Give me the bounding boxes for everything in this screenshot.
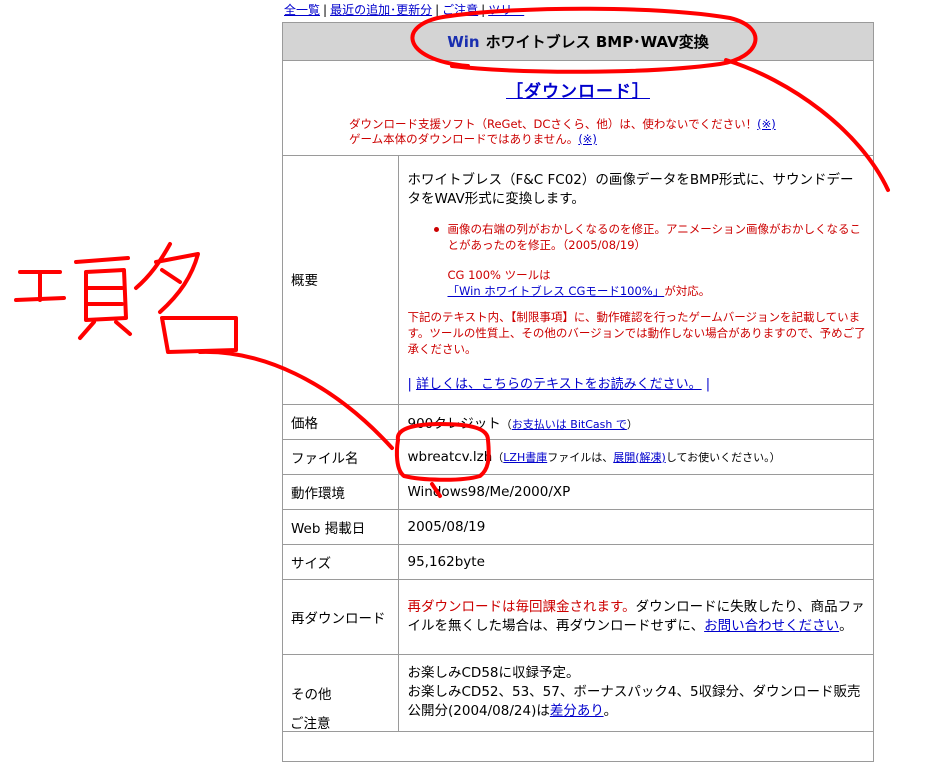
notice-heading: ご注意 [290,716,331,732]
diff-link[interactable]: 差分あり [550,703,604,719]
row-label-price: 価格 [283,404,399,440]
top-navigation: 全一覧 | 最近の追加･更新分 | ご注意 | ツリー [284,2,524,18]
product-title: Win ホワイトブレス BMP･WAV変換 [283,23,873,61]
nav-separator: | [435,3,440,17]
paren-close: ） [626,417,638,431]
bracket-open: | [407,376,412,392]
product-name: ホワイトブレス BMP･WAV変換 [485,33,709,51]
period: 。 [839,617,853,634]
more-info: | 詳しくは、こちらのテキストをお読みください。 | [408,373,868,392]
limitation-note: 下記のテキスト内、【制限事項】に、動作確認を行ったゲームバージョンを記載していま… [407,309,866,356]
paren-open: （ [492,450,504,464]
price-value: 900クレジット [407,415,501,432]
paren-open: （ [500,417,512,431]
table-row-price: 価格 900クレジット（お支払いは BitCash で） [283,404,873,440]
product-info-table: 概要 ホワイトブレス（F&C FC02）の画像データをBMP形式に、サウンドデー… [283,155,873,732]
nav-recent-updates[interactable]: 最近の追加･更新分 [330,3,432,17]
table-row-environment: 動作環境 Windows98/Me/2000/XP [283,474,873,510]
row-value-overview: ホワイトブレス（F&C FC02）の画像データをBMP形式に、サウンドデータをW… [398,155,873,405]
row-value-price: 900クレジット（お支払いは BitCash で） [398,404,873,440]
platform-label: Win [447,32,480,51]
row-value-other: お楽しみCD58に収録予定。 お楽しみCD52、53、57、ボーナスパック4、5… [398,654,873,732]
cg-tool-suffix: が対応。 [664,283,711,298]
annotation-label: 項名 [0,0,2,1]
nav-tree[interactable]: ツリー [488,3,524,17]
bracket-close: | [705,376,711,392]
download-link[interactable]: ［ダウンロード］ [506,77,650,102]
other-line-2: お楽しみCD52、53、57、ボーナスパック4、5収録分、ダウンロード販売公開分… [407,684,861,719]
table-row-redownload: 再ダウンロード 再ダウンロードは毎回課金されます。ダウンロードに失敗したり、商品… [283,579,873,655]
read-text-link[interactable]: 詳しくは、こちらのテキストをお読みください。 [416,377,702,392]
update-note-text: 画像の右端の列がおかしくなるのを修正。アニメーション画像がおかしくなることがあっ… [447,221,862,252]
filename-hint-mid: ファイルは、 [547,450,614,464]
table-row-other: その他 お楽しみCD58に収録予定。 お楽しみCD52、53、57、ボーナスパッ… [283,654,873,732]
row-label-redownload: 再ダウンロード [283,579,399,655]
update-note: 画像の右端の列がおかしくなるのを修正。アニメーション画像がおかしくなることがあっ… [408,221,868,253]
download-warning-2-link[interactable]: (※) [578,132,597,146]
row-label-size: サイズ [283,544,399,580]
filename-hint-end: してお使いください。） [665,450,781,464]
download-section: ［ダウンロード］ ダウンロード支援ソフト（ReGet、DCさくら、他）は、使わな… [283,61,873,156]
row-label-overview: 概要 [283,155,399,405]
bullet-icon [433,226,439,232]
cg-tool-link[interactable]: 「Win ホワイトブレス CGモード100%」 [448,284,665,298]
cg-tool-line: CG 100% ツールは [447,267,551,282]
row-value-environment: Windows98/Me/2000/XP [398,474,873,510]
product-frame: Win ホワイトブレス BMP･WAV変換 ［ダウンロード］ ダウンロード支援ソ… [282,22,874,762]
contact-link[interactable]: お問い合わせください [704,618,839,634]
download-warning-1-link[interactable]: (※) [757,117,776,131]
period: 。 [603,703,618,719]
nav-notice[interactable]: ご注意 [442,3,478,17]
filename-value: wbreatcv.lzh [407,448,493,465]
row-value-filename: wbreatcv.lzh（LZH書庫ファイルは、展開(解凍)してお使いください。… [398,439,873,475]
row-label-date: Web 掲載日 [283,509,399,545]
redownload-warning: 再ダウンロードは毎回課金されます。 [407,598,636,615]
cg-tool-note: CG 100% ツールは 「Win ホワイトブレス CGモード100%」が対応。 [408,267,868,299]
other-line-1: お楽しみCD58に収録予定。 [407,665,580,681]
nav-separator: | [323,3,328,17]
download-warning-2: ゲーム本体のダウンロードではありません。 [349,132,579,146]
row-label-filename: ファイル名 [283,439,399,475]
row-value-size: 95,162byte [398,544,873,580]
download-notes: ダウンロード支援ソフト（ReGet、DCさくら、他）は、使わないでください！(※… [349,117,776,147]
table-row-filename: ファイル名 wbreatcv.lzh（LZH書庫ファイルは、展開(解凍)してお使… [283,439,873,475]
row-value-date: 2005/08/19 [398,509,873,545]
table-row-date: Web 掲載日 2005/08/19 [283,509,873,545]
row-label-environment: 動作環境 [283,474,399,510]
extract-link[interactable]: 展開(解凍) [613,451,666,464]
nav-separator: | [481,3,486,17]
nav-all-list[interactable]: 全一覧 [284,3,320,17]
bitcash-link[interactable]: お支払いは BitCash で [512,418,627,431]
table-row-size: サイズ 95,162byte [283,544,873,580]
overview-description: ホワイトブレス（F&C FC02）の画像データをBMP形式に、サウンドデータをW… [407,171,854,207]
download-warning-1: ダウンロード支援ソフト（ReGet、DCさくら、他）は、使わないでください！ [349,117,758,131]
row-value-redownload: 再ダウンロードは毎回課金されます。ダウンロードに失敗したり、商品ファイルを無くし… [398,579,873,655]
lzh-archive-link[interactable]: LZH書庫 [503,451,547,464]
table-row-overview: 概要 ホワイトブレス（F&C FC02）の画像データをBMP形式に、サウンドデー… [283,155,873,405]
